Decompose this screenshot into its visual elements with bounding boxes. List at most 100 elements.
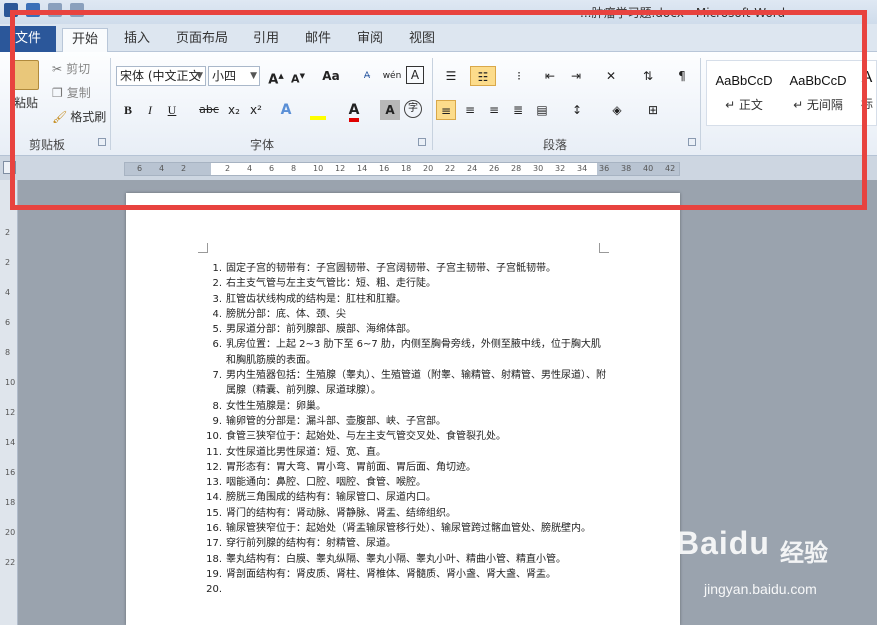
char-shading-button[interactable]: A <box>380 100 400 120</box>
phonetic-guide-button[interactable]: wén <box>380 66 404 86</box>
tab-file[interactable]: 文件 <box>0 26 56 52</box>
align-left-button[interactable]: ≡ <box>436 100 456 120</box>
format-painter-button[interactable]: 🖌 格式刷 <box>52 108 106 125</box>
underline-button[interactable]: U <box>162 100 182 120</box>
shading-button[interactable]: ◈ <box>604 100 630 120</box>
list-item[interactable]: 17. 穿行前列腺的结构有：射精管、尿道。 <box>206 536 606 551</box>
bold-button[interactable]: B <box>118 100 138 120</box>
list-item[interactable]: 5. 男尿道分部：前列腺部、膜部、海绵体部。 <box>206 322 606 337</box>
tab-references[interactable]: 引用 <box>246 28 286 52</box>
tab-review[interactable]: 审阅 <box>350 28 390 52</box>
save-icon[interactable] <box>26 3 40 17</box>
borders-button[interactable]: ⊞ <box>640 100 666 120</box>
font-launcher-icon[interactable] <box>418 138 426 146</box>
list-item[interactable]: 9. 输卵管的分部是：漏斗部、壶腹部、峡、子宫部。 <box>206 414 606 429</box>
font-size-select[interactable]: 小四 ▼ <box>208 66 260 86</box>
list-number: 6. <box>212 339 222 351</box>
undo-icon[interactable] <box>48 3 62 17</box>
tab-page-layout[interactable]: 页面布局 <box>170 28 234 52</box>
bullet-list-icon: ☰ <box>445 69 457 83</box>
justify-button[interactable]: ≣ <box>508 100 528 120</box>
tab-insert[interactable]: 插入 <box>116 28 158 52</box>
paragraph-launcher-icon[interactable] <box>688 138 696 146</box>
style-name: ↵ 无间隔 <box>793 98 843 112</box>
list-item[interactable]: 15. 肾门的结构有：肾动脉、肾静脉、肾盂、结缔组织。 <box>206 506 606 521</box>
change-case-button[interactable]: Aa <box>318 66 344 86</box>
enclose-chars-button[interactable]: 字 <box>404 100 422 118</box>
line-spacing-button[interactable]: ↕ <box>564 100 590 120</box>
list-item[interactable]: 19. 肾剖面结构有：肾皮质、肾柱、肾椎体、肾髓质、肾小盏、肾大盏、肾盂。 <box>206 567 606 582</box>
list-item[interactable]: 20. <box>206 582 606 597</box>
font-name-select[interactable]: 宋体 (中文正文 ▼ <box>116 66 206 86</box>
style-name: 标 <box>860 97 873 111</box>
list-item[interactable]: 2. 右主支气管与左主支气管比：短、粗、走行陡。 <box>206 276 606 291</box>
char-border-button[interactable]: A <box>406 66 424 84</box>
list-number: 13. <box>206 477 222 489</box>
decrease-indent-button[interactable]: ⇤ <box>540 66 560 86</box>
vertical-ruler-tick: 22 <box>5 558 16 567</box>
tab-view[interactable]: 视图 <box>402 28 442 52</box>
vertical-ruler-tick: 10 <box>5 378 16 387</box>
align-center-button[interactable]: ≡ <box>460 100 480 120</box>
vertical-ruler-tick: 12 <box>5 408 16 417</box>
list-item[interactable]: 8. 女性生殖腺是：卵巢。 <box>206 399 606 414</box>
show-marks-button[interactable]: ¶ <box>672 66 692 86</box>
ruler-tick: 40 <box>643 164 654 173</box>
list-item[interactable]: 3. 肛管齿状线构成的结构是：肛柱和肛瓣。 <box>206 292 606 307</box>
cut-button[interactable]: ✂ 剪切 <box>52 60 90 77</box>
text-effect-button[interactable]: A <box>276 100 296 120</box>
horizontal-ruler[interactable]: 6 4 2 2 4 6 8 10 12 14 16 18 20 22 24 26 28 30 32 34 36 38 40 4… <box>124 162 680 176</box>
superscript-button[interactable]: x² <box>246 100 266 120</box>
list-item[interactable]: 11. 女性尿道比男性尿道：短、宽、直。 <box>206 445 606 460</box>
bullets-button[interactable]: ☰ <box>438 66 464 86</box>
sort-button[interactable]: ⇅ <box>638 66 658 86</box>
ruler-tick: 30 <box>533 164 544 173</box>
font-color-button[interactable]: A <box>344 100 364 122</box>
line-spacing-icon: ↕ <box>571 103 583 117</box>
borders-icon: ⊞ <box>647 103 659 117</box>
style-normal[interactable]: AaBbCcD ↵ 正文 <box>707 61 781 125</box>
list-item[interactable]: 13. 咽能通向：鼻腔、口腔、咽腔、食管、喉腔。 <box>206 475 606 490</box>
list-item[interactable]: 12. 胃形态有：胃大弯、胃小弯、胃前面、胃后面、角切迹。 <box>206 460 606 475</box>
word-app-icon[interactable] <box>4 3 18 17</box>
strikethrough-button[interactable]: abc <box>196 100 222 120</box>
bold-icon: B <box>123 103 132 117</box>
list-item[interactable]: 18. 睾丸结构有：白膜、睾丸纵隔、睾丸小隔、睾丸小叶、精曲小管、精直小管。 <box>206 552 606 567</box>
document-body[interactable]: 1. 固定子宫的韧带有：子宫圆韧带、子宫阔韧带、子宫主韧带、子宫骶韧带。 2. 右主支… <box>206 261 606 598</box>
multilevel-list-button[interactable]: ⁝ <box>506 66 532 86</box>
list-item[interactable]: 10. 食管三狭窄位于：起始处、与左主支气管交叉处、食管裂孔处。 <box>206 429 606 444</box>
grow-font-button[interactable]: A▲ <box>266 66 286 88</box>
quick-access-toolbar <box>4 3 84 17</box>
redo-icon[interactable] <box>70 3 84 17</box>
subscript-button[interactable]: x₂ <box>224 100 244 120</box>
font-color-icon: A <box>348 102 360 122</box>
ruler-toggle-icon[interactable] <box>3 161 16 174</box>
align-right-button[interactable]: ≡ <box>484 100 504 120</box>
vertical-ruler[interactable]: 2 2 4 6 8 10 12 14 16 18 20 22 <box>0 180 18 625</box>
list-item[interactable]: 6. 乳房位置：上起 2~3 肋下至 6~7 肋，内侧至胸骨旁线，外侧至腋中线，位… <box>206 337 606 368</box>
grow-font-icon: A <box>268 72 279 88</box>
list-item[interactable]: 16. 输尿管狭窄位于：起始处（肾盂输尿管移行处）、输尿管跨过髂血管处、膀胱壁内。 <box>206 521 606 536</box>
italic-button[interactable]: I <box>140 100 160 120</box>
align-right-icon: ≡ <box>488 103 500 117</box>
list-item[interactable]: 4. 膀胱分部：底、体、颈、尖 <box>206 307 606 322</box>
document-page[interactable]: 1. 固定子宫的韧带有：子宫圆韧带、子宫阔韧带、子宫主韧带、子宫骶韧带。 2. 右主支… <box>126 193 680 625</box>
numbering-button[interactable]: ☷ <box>470 66 496 86</box>
style-heading[interactable]: A 标 <box>855 61 877 125</box>
tab-home[interactable]: 开始 <box>62 28 108 52</box>
list-item[interactable]: 14. 膀胱三角围成的结构有：输尿管口、尿道内口。 <box>206 490 606 505</box>
copy-button[interactable]: ❐ 复制 <box>52 84 91 101</box>
clear-format-button[interactable]: A̶ <box>356 66 378 86</box>
clipboard-launcher-icon[interactable] <box>98 138 106 146</box>
list-item[interactable]: 1. 固定子宫的韧带有：子宫圆韧带、子宫阔韧带、子宫主韧带、子宫骶韧带。 <box>206 261 606 276</box>
chinese-layout-button[interactable]: ✕ <box>598 66 624 86</box>
list-text: 固定子宫的韧带有：子宫圆韧带、子宫阔韧带、子宫主韧带、子宫骶韧带。 <box>226 263 556 274</box>
paste-button[interactable]: 粘贴 <box>8 60 44 111</box>
tab-mailings[interactable]: 邮件 <box>298 28 338 52</box>
shrink-font-button[interactable]: A▼ <box>288 66 308 86</box>
highlight-button[interactable] <box>306 100 330 120</box>
list-item[interactable]: 7. 男内生殖器包括：生殖腺（睾丸）、生殖管道（附睾、输精管、射精管、男性尿道）、… <box>206 368 606 399</box>
increase-indent-button[interactable]: ⇥ <box>566 66 586 86</box>
style-no-spacing[interactable]: AaBbCcD ↵ 无间隔 <box>781 61 855 125</box>
distributed-button[interactable]: ▤ <box>532 100 552 120</box>
